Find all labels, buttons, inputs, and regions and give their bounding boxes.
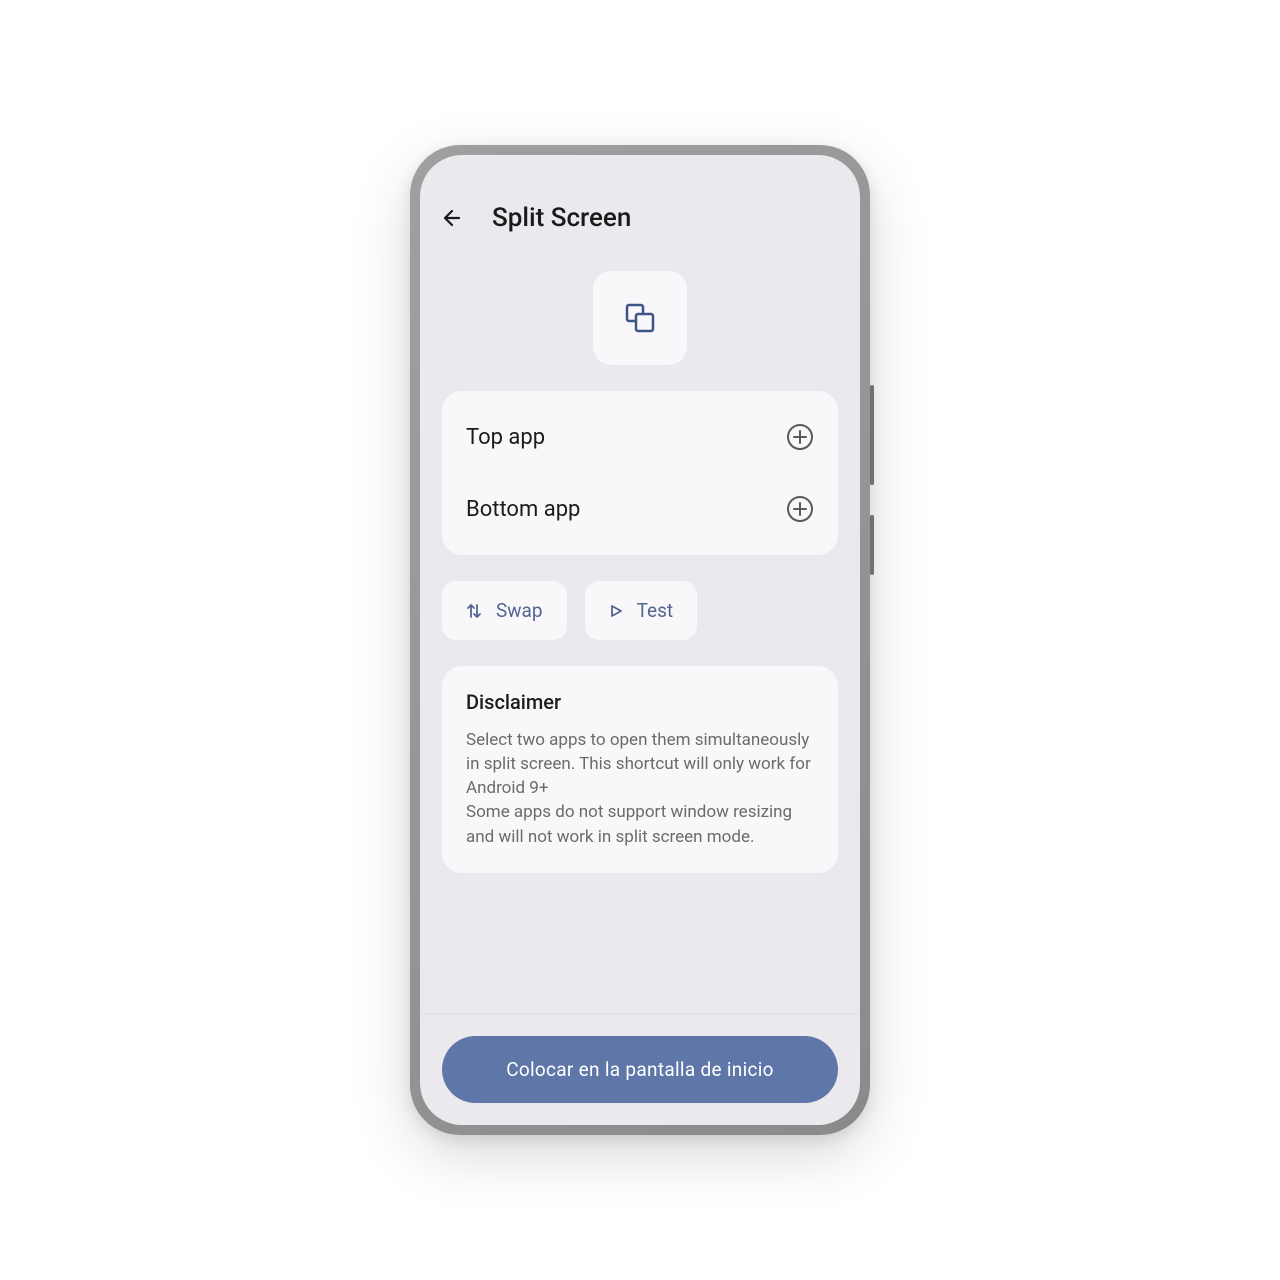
disclaimer-card: Disclaimer Select two apps to open them … [442, 666, 838, 873]
plus-circle-icon [786, 423, 814, 451]
bottom-app-row[interactable]: Bottom app [442, 473, 838, 545]
top-app-row[interactable]: Top app [442, 401, 838, 473]
swap-button[interactable]: Swap [442, 581, 567, 640]
bottom-app-label: Bottom app [466, 497, 580, 522]
footer: Colocar en la pantalla de inicio [420, 1013, 860, 1125]
feature-icon-card [593, 271, 687, 365]
add-top-app-button[interactable] [786, 423, 814, 451]
screen: Split Screen Top app [420, 155, 860, 1125]
swap-icon [466, 603, 482, 619]
arrow-left-icon [440, 206, 464, 230]
split-screen-icon [622, 300, 658, 336]
header: Split Screen [420, 187, 860, 253]
top-app-label: Top app [466, 425, 545, 450]
phone-side-buttons [870, 385, 874, 605]
content: Top app Bottom app [420, 253, 860, 1013]
status-bar [420, 155, 860, 187]
page-title: Split Screen [492, 203, 631, 233]
phone-frame: Split Screen Top app [410, 145, 870, 1135]
disclaimer-text: Select two apps to open them simultaneou… [466, 728, 814, 849]
back-button[interactable] [440, 206, 464, 230]
swap-button-label: Swap [496, 599, 543, 622]
add-bottom-app-button[interactable] [786, 495, 814, 523]
plus-circle-icon [786, 495, 814, 523]
place-on-home-button[interactable]: Colocar en la pantalla de inicio [442, 1036, 838, 1103]
disclaimer-title: Disclaimer [466, 690, 814, 714]
action-buttons-row: Swap Test [442, 581, 838, 640]
test-button-label: Test [637, 599, 674, 622]
play-icon [609, 604, 623, 618]
test-button[interactable]: Test [585, 581, 698, 640]
disclaimer-body-2: Some apps do not support window resizing… [466, 802, 792, 846]
disclaimer-body-1: Select two apps to open them simultaneou… [466, 730, 811, 798]
app-selection-card: Top app Bottom app [442, 391, 838, 555]
